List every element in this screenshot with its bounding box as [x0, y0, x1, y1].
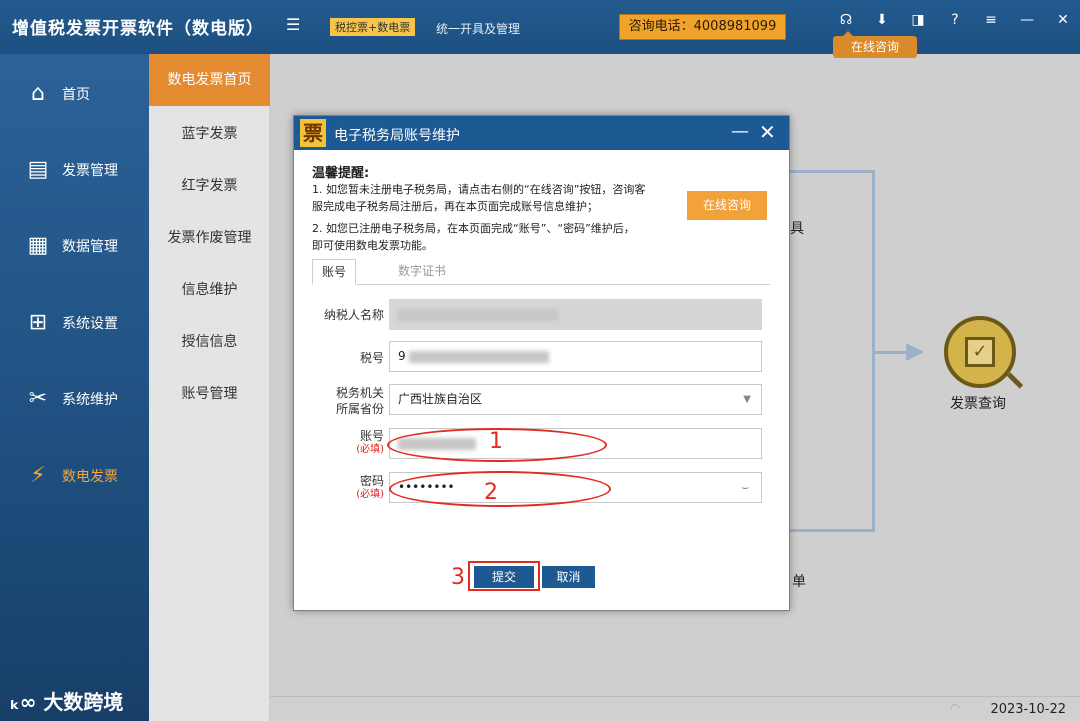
tip-line: 即可使用数电发票功能。: [312, 239, 433, 252]
tax-id-field[interactable]: 9: [389, 341, 762, 372]
redacted-text: [398, 308, 558, 321]
chevron-down-icon: ▼: [743, 394, 751, 405]
sidebar-item-label: 数电发票: [62, 469, 118, 485]
close-icon[interactable]: ✕: [1053, 12, 1073, 28]
annotation-number: 1: [489, 429, 503, 454]
tax-id-label: 税号: [359, 351, 384, 365]
annotation-number: 2: [484, 480, 498, 505]
app-subtitle: 统一开具及管理: [436, 22, 521, 36]
partial-label: 单: [792, 574, 806, 590]
taxpayer-name-label: 纳税人名称: [323, 308, 384, 322]
database-icon: ▦: [27, 233, 49, 258]
menu-icon[interactable]: ≡: [981, 12, 1001, 28]
hotline-badge: 咨询电话：4008981099: [619, 14, 786, 40]
product-tag: 税控票+数电票: [330, 18, 416, 36]
invoice-query-icon[interactable]: ✓: [944, 316, 1016, 388]
tip-line: 2. 如您已注册电子税务局，在本页面完成“账号”、“密码”维护后，: [312, 222, 635, 235]
subnav-item-credit[interactable]: 授信信息: [149, 316, 270, 368]
sidebar-item-invoice-mgmt[interactable]: ▤ 发票管理: [0, 150, 149, 190]
brand-logo: ₖ∞ 大数跨境: [10, 690, 124, 714]
tools-icon: ✂: [28, 386, 48, 411]
online-consult-tooltip[interactable]: 在线咨询: [833, 31, 917, 58]
account-label: 账号 (必填): [312, 429, 384, 457]
subnav-item-info[interactable]: 信息维护: [149, 264, 270, 316]
tip-title: 温馨提醒:: [312, 166, 370, 181]
tab-account[interactable]: 账号: [312, 259, 356, 285]
status-date: 2023-10-22: [990, 702, 1066, 717]
menu-toggle-icon[interactable]: ☰: [286, 15, 300, 34]
flow-line: [790, 170, 875, 173]
tip-line: 1. 如您暂未注册电子税务局，请点击右侧的“在线咨询”按钮，咨询客: [312, 183, 646, 196]
app-title: 增值税发票开票软件（数电版）: [12, 19, 264, 39]
taxpayer-name-field: [389, 299, 762, 330]
sliders-icon: ⊞: [28, 310, 48, 335]
sub-navigation: 数电发票首页 蓝字发票 红字发票 发票作废管理 信息维护 授信信息 账号管理: [149, 54, 270, 721]
sidebar-item-digital-invoice[interactable]: ⚡ 数电发票: [0, 456, 149, 496]
password-label: 密码 (必填): [312, 474, 384, 502]
title-bar: 增值税发票开票软件（数电版） ☰ 税控票+数电票 统一开具及管理 咨询电话：40…: [0, 0, 1080, 54]
dialog-header: 票 电子税务局账号维护 — ✕: [294, 116, 789, 150]
tax-id-value: 9: [398, 349, 406, 363]
sidebar-item-home[interactable]: ⌂ 首页: [0, 74, 149, 114]
dialog-title: 电子税务局账号维护: [334, 128, 460, 144]
sidebar: ⌂ 首页 ▤ 发票管理 ▦ 数据管理 ⊞ 系统设置 ✂ 系统维护 ⚡ 数电发票 …: [0, 54, 149, 721]
tab-certificate[interactable]: 数字证书: [382, 259, 462, 285]
tab-bar: 账号 数字证书: [312, 259, 770, 285]
tip-line: 服完成电子税务局注册后，再在本页面完成账号信息维护；: [312, 200, 598, 213]
invoice-query-label: 发票查询: [950, 396, 1006, 412]
printer-icon: ▤: [27, 157, 49, 182]
wifi-icon: ◠: [950, 701, 961, 715]
status-bar: ◠ 2023-10-22: [270, 696, 1080, 721]
flow-line: [790, 529, 875, 532]
subnav-item-void[interactable]: 发票作废管理: [149, 212, 270, 264]
headset-icon[interactable]: ☊: [836, 12, 856, 28]
sidebar-item-maintenance[interactable]: ✂ 系统维护: [0, 379, 149, 419]
sidebar-item-label: 首页: [62, 87, 90, 103]
subnav-item-home[interactable]: 数电发票首页: [149, 54, 270, 106]
sidebar-item-label: 系统设置: [62, 316, 118, 332]
province-select[interactable]: 广西壮族自治区 ▼: [389, 384, 762, 415]
home-icon: ⌂: [31, 81, 45, 106]
required-note: (必填): [356, 444, 384, 455]
bookmark-icon[interactable]: ◨: [908, 12, 928, 28]
subnav-item-red[interactable]: 红字发票: [149, 160, 270, 212]
show-password-icon[interactable]: ⌣: [741, 473, 749, 502]
redacted-text: [409, 350, 550, 363]
annotation-ellipse: [389, 471, 611, 507]
online-consult-button[interactable]: 在线咨询: [687, 191, 767, 220]
sidebar-item-label: 系统维护: [62, 392, 118, 408]
province-value: 广西壮族自治区: [398, 392, 483, 406]
sidebar-item-data-mgmt[interactable]: ▦ 数据管理: [0, 226, 149, 266]
minimize-icon[interactable]: —: [1017, 12, 1037, 28]
sidebar-item-label: 数据管理: [62, 239, 118, 255]
dialog-minimize-icon[interactable]: —: [731, 121, 749, 142]
flow-arrow: [906, 343, 924, 361]
cancel-button[interactable]: 取消: [542, 566, 595, 588]
account-maintenance-dialog: 票 电子税务局账号维护 — ✕ 温馨提醒: 1. 如您暂未注册电子税务局，请点击…: [293, 115, 790, 611]
help-icon[interactable]: ?: [945, 12, 965, 28]
sidebar-item-label: 发票管理: [62, 163, 118, 179]
submit-button[interactable]: 提交: [474, 566, 534, 588]
province-label: 税务机关 所属省份: [335, 386, 384, 416]
invoice-logo-icon: 票: [300, 119, 326, 147]
download-icon[interactable]: ⬇: [872, 12, 892, 28]
dialog-close-icon[interactable]: ✕: [759, 120, 776, 144]
required-note: (必填): [356, 489, 384, 500]
partial-label: 具: [790, 221, 804, 237]
sidebar-item-settings[interactable]: ⊞ 系统设置: [0, 303, 149, 343]
invoice-bolt-icon: ⚡: [30, 463, 46, 488]
subnav-item-blue[interactable]: 蓝字发票: [149, 108, 270, 160]
subnav-item-account[interactable]: 账号管理: [149, 368, 270, 420]
annotation-number: 3: [451, 565, 465, 590]
